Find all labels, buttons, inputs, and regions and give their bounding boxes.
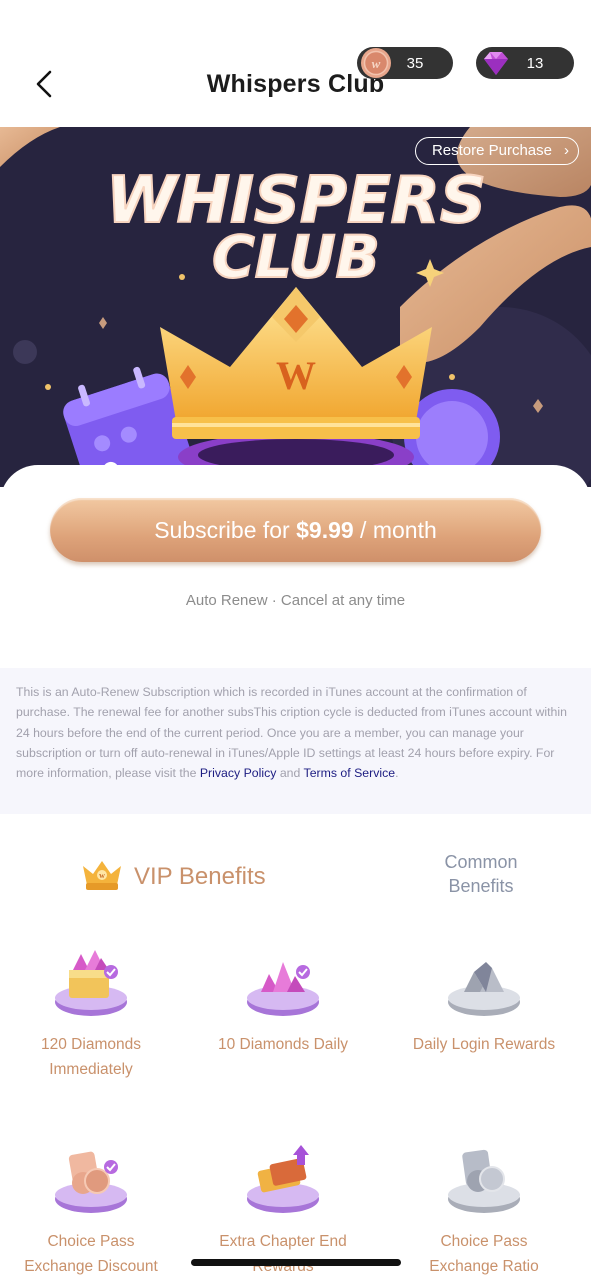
choice-pass-coin-icon — [55, 1151, 127, 1213]
coin-balance[interactable]: w 35 — [357, 47, 453, 79]
diamond-chest-icon — [55, 950, 127, 1016]
header: Whispers Club w 35 13 — [0, 0, 591, 127]
common-benefits-line2: Benefits — [448, 876, 514, 896]
terms-and: and — [276, 766, 304, 781]
benefit-item-daily-login: Daily Login Rewards — [389, 940, 579, 1057]
terms-text: This is an Auto-Renew Subscription which… — [0, 668, 591, 814]
benefit-label-line2: Immediately — [49, 1061, 133, 1078]
silver-coin-icon — [448, 1149, 520, 1213]
crown-letter: W — [276, 353, 316, 398]
benefit-label: 120 Diamonds Immediately — [0, 1032, 186, 1082]
club-banner: WHISPERS CLUB W Restore Purchase › — [0, 127, 591, 487]
banner-illustration: WHISPERS CLUB W — [0, 127, 591, 487]
benefit-label: 10 Diamonds Daily — [188, 1032, 378, 1057]
benefit-item-diamonds-daily: 10 Diamonds Daily — [188, 940, 378, 1057]
benefit-item-extra-chapter-rewards: Extra Chapter End Rewards — [188, 1137, 378, 1279]
benefit-label-line1: Choice Pass — [47, 1233, 135, 1250]
coin-count: 35 — [406, 55, 424, 72]
benefit-label-line2: Exchange Ratio — [429, 1258, 539, 1275]
benefit-label-line2: Exchange Discount — [24, 1258, 158, 1275]
privacy-policy-link[interactable]: Privacy Policy — [200, 766, 277, 780]
terms-period: . — [395, 766, 399, 781]
common-benefits-line1: Common — [444, 852, 518, 872]
benefit-label: Extra Chapter End Rewards — [188, 1229, 378, 1279]
gem-count: 13 — [526, 55, 544, 72]
common-benefits-tab[interactable]: Common Benefits — [415, 850, 547, 898]
benefit-label-line1: 120 Diamonds — [41, 1036, 141, 1053]
subscribe-prefix: Subscribe for — [154, 517, 297, 543]
subscribe-panel — [0, 465, 591, 665]
crown-icon: w — [83, 861, 121, 890]
home-indicator[interactable] — [191, 1259, 401, 1266]
auto-renew-note: Auto Renew · Cancel at any time — [185, 592, 406, 609]
benefit-label-line1: Daily Login Rewards — [412, 1036, 556, 1053]
chevron-right-icon: › — [564, 142, 569, 159]
subscribe-button[interactable]: Subscribe for $9.99 / month — [50, 498, 541, 562]
banner-headline-2: CLUB — [212, 223, 380, 291]
benefit-label-line1: Choice Pass — [440, 1233, 528, 1250]
benefit-label: Daily Login Rewards — [389, 1032, 579, 1057]
benefit-label-line1: Extra Chapter End — [219, 1233, 347, 1250]
restore-purchase-button[interactable]: Restore Purchase › — [414, 137, 579, 165]
chapter-ticket-icon — [247, 1145, 319, 1213]
benefit-label: Choice Pass Exchange Discount — [0, 1229, 186, 1279]
benefit-label-line1: 10 Diamonds Daily — [217, 1036, 349, 1053]
benefit-item-diamonds-immediately: 120 Diamonds Immediately — [0, 940, 186, 1082]
silver-diamond-icon — [448, 962, 520, 1016]
diamond-pile-icon — [247, 962, 319, 1016]
benefit-item-choice-pass-ratio: Choice Pass Exchange Ratio — [389, 1137, 579, 1279]
vip-benefits-title: VIP Benefits — [134, 863, 266, 890]
svg-text:w: w — [99, 871, 105, 880]
restore-purchase-label: Restore Purchase — [431, 142, 552, 159]
terms-of-service-link[interactable]: Terms of Service — [304, 766, 396, 780]
subscribe-price: $9.99 — [296, 517, 354, 543]
gem-balance[interactable]: 13 — [476, 47, 574, 79]
benefit-item-choice-pass-discount: Choice Pass Exchange Discount — [0, 1137, 186, 1279]
subscribe-suffix: / month — [353, 517, 437, 543]
benefit-label: Choice Pass Exchange Ratio — [389, 1229, 579, 1279]
